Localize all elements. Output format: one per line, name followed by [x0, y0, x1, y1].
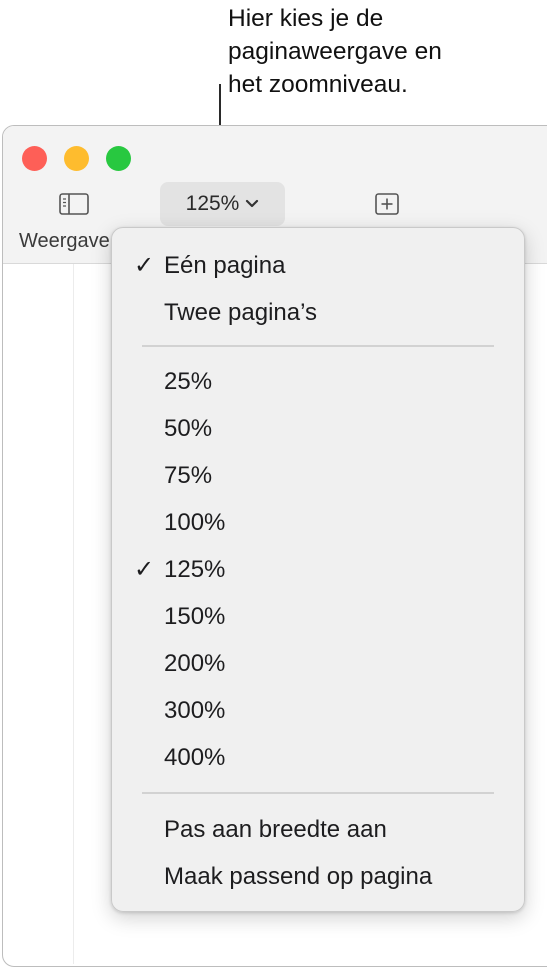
zoom-value: 125% — [185, 192, 240, 215]
menu-item-fit-page[interactable]: Maak passend op pagina — [112, 857, 524, 897]
menu-item-label: 150% — [164, 603, 226, 630]
menu-item-label: Twee pagina’s — [164, 299, 317, 326]
zoom-menu-button[interactable]: 125% — [160, 182, 285, 226]
callout-line-2: paginaweergave en — [228, 38, 442, 65]
zoom-dropdown-menu: ✓ Eén pagina Twee pagina’s 25% 50% 75% 1… — [111, 227, 525, 912]
menu-item-two-pages[interactable]: Twee pagina’s — [112, 293, 524, 333]
minimize-window-button[interactable] — [64, 146, 89, 171]
menu-item-label: Pas aan breedte aan — [164, 816, 387, 843]
checkmark-icon: ✓ — [134, 556, 155, 583]
close-window-button[interactable] — [22, 146, 47, 171]
callout-line-3: het zoomniveau. — [228, 71, 408, 98]
menu-separator — [142, 345, 494, 347]
view-button-label[interactable]: Weergave — [19, 230, 110, 253]
menu-item-label: 400% — [164, 744, 226, 771]
menu-item-zoom-100[interactable]: 100% — [112, 503, 524, 543]
checkmark-icon: ✓ — [134, 252, 155, 279]
chevron-down-icon — [246, 199, 259, 208]
menu-item-zoom-150[interactable]: 150% — [112, 597, 524, 637]
menu-separator — [142, 792, 494, 794]
callout-text: Hier kies je de paginaweergave en het zo… — [228, 2, 528, 101]
menu-item-label: Eén pagina — [164, 252, 286, 279]
menu-item-label: 125% — [164, 556, 226, 583]
menu-item-zoom-50[interactable]: 50% — [112, 409, 524, 449]
menu-item-label: Maak passend op pagina — [164, 863, 433, 890]
menu-item-zoom-25[interactable]: 25% — [112, 362, 524, 402]
menu-item-label: 50% — [164, 415, 213, 442]
menu-item-label: 75% — [164, 462, 213, 489]
menu-item-zoom-400[interactable]: 400% — [112, 738, 524, 778]
menu-item-zoom-125[interactable]: ✓ 125% — [112, 550, 524, 590]
menu-item-label: 200% — [164, 650, 226, 677]
menu-item-fit-width[interactable]: Pas aan breedte aan — [112, 810, 524, 850]
menu-item-zoom-200[interactable]: 200% — [112, 644, 524, 684]
menu-item-single-page[interactable]: ✓ Eén pagina — [112, 246, 524, 286]
menu-item-label: 25% — [164, 368, 213, 395]
menu-item-zoom-75[interactable]: 75% — [112, 456, 524, 496]
menu-item-label: 300% — [164, 697, 226, 724]
zoom-window-button[interactable] — [106, 146, 131, 171]
sidebar-view-icon[interactable] — [59, 193, 89, 215]
plus-square-icon[interactable] — [375, 193, 399, 215]
menu-item-label: 100% — [164, 509, 226, 536]
menu-item-zoom-300[interactable]: 300% — [112, 691, 524, 731]
document-canvas-edge — [73, 264, 74, 964]
callout-line-1: Hier kies je de — [228, 5, 384, 32]
